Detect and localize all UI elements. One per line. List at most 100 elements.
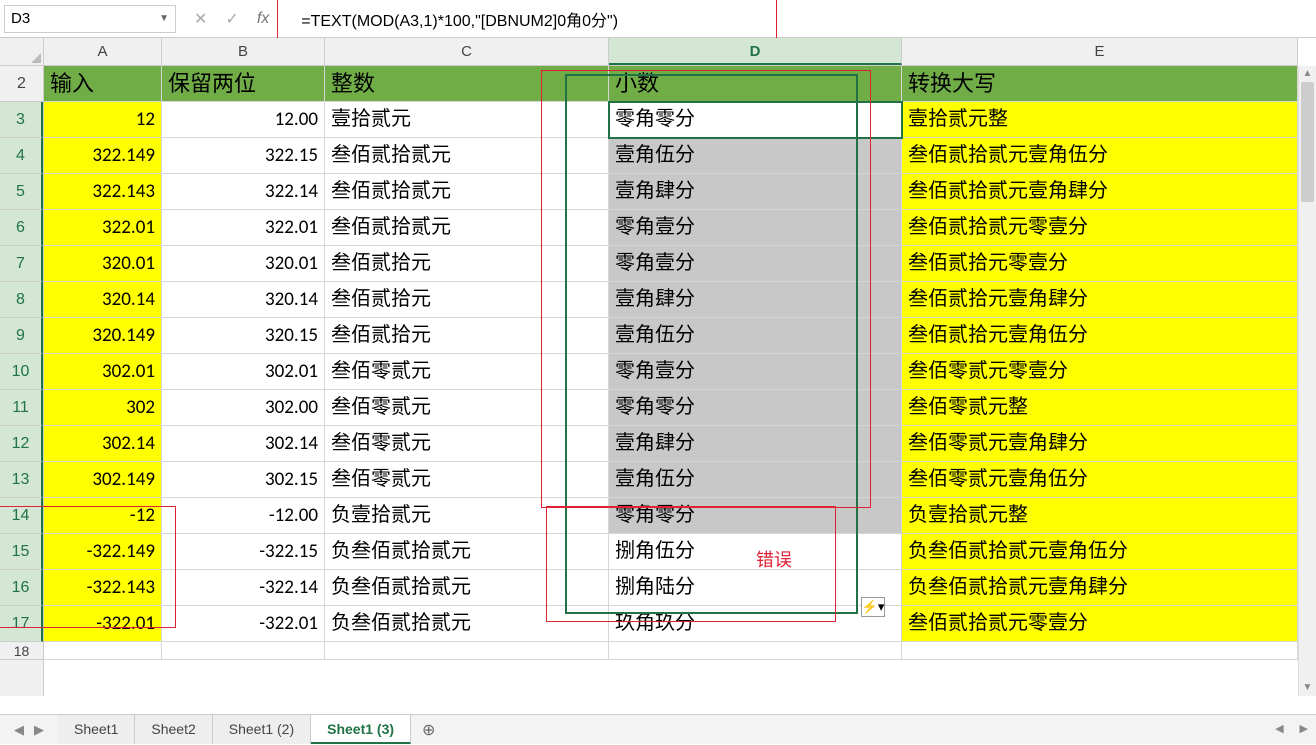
cell-C16[interactable]: 负叁佰贰拾贰元	[325, 570, 609, 606]
cell-D3[interactable]: 零角零分	[609, 102, 902, 138]
row-header-2[interactable]: 2	[0, 66, 43, 102]
cell-B18[interactable]	[162, 642, 325, 660]
vertical-scrollbar[interactable]: ▲ ▼	[1298, 66, 1316, 696]
cell-D11[interactable]: 零角零分	[609, 390, 902, 426]
cell-B3[interactable]: 12.00	[162, 102, 325, 138]
hscroll-right-icon[interactable]: ▶	[1292, 715, 1316, 744]
header-cell-A[interactable]: 输入	[44, 66, 162, 102]
col-header-E[interactable]: E	[902, 38, 1298, 65]
cell-C17[interactable]: 负叁佰贰拾贰元	[325, 606, 609, 642]
sheet-tab-Sheet1-(3)[interactable]: Sheet1 (3)	[311, 715, 411, 744]
cell-E6[interactable]: 叁佰贰拾贰元零壹分	[902, 210, 1298, 246]
cell-B7[interactable]: 320.01	[162, 246, 325, 282]
cell-C15[interactable]: 负叁佰贰拾贰元	[325, 534, 609, 570]
cell-B9[interactable]: 320.15	[162, 318, 325, 354]
cell-D16[interactable]: 捌角陆分	[609, 570, 902, 606]
cell-B12[interactable]: 302.14	[162, 426, 325, 462]
scroll-thumb[interactable]	[1301, 82, 1314, 202]
add-sheet-button[interactable]: ⊕	[411, 715, 446, 744]
cell-C5[interactable]: 叁佰贰拾贰元	[325, 174, 609, 210]
row-header-10[interactable]: 10	[0, 354, 43, 390]
cell-C6[interactable]: 叁佰贰拾贰元	[325, 210, 609, 246]
cell-B17[interactable]: -322.01	[162, 606, 325, 642]
cell-E14[interactable]: 负壹拾贰元整	[902, 498, 1298, 534]
row-header-14[interactable]: 14	[0, 498, 43, 534]
header-cell-B[interactable]: 保留两位	[162, 66, 325, 102]
accept-icon[interactable]: ✓	[225, 9, 238, 29]
cell-E17[interactable]: 叁佰贰拾贰元零壹分	[902, 606, 1298, 642]
tab-nav-right-icon[interactable]: ▶	[34, 722, 44, 738]
tab-nav-left-icon[interactable]: ◀	[14, 722, 24, 738]
cell-A18[interactable]	[44, 642, 162, 660]
select-all-corner[interactable]	[0, 38, 44, 66]
cell-B15[interactable]: -322.15	[162, 534, 325, 570]
cell-grid[interactable]: 输入保留两位整数小数转换大写1212.00壹拾贰元零角零分壹拾贰元整322.14…	[44, 66, 1298, 696]
cell-A11[interactable]: 302	[44, 390, 162, 426]
col-header-D[interactable]: D	[609, 38, 902, 65]
cell-C4[interactable]: 叁佰贰拾贰元	[325, 138, 609, 174]
cell-B14[interactable]: -12.00	[162, 498, 325, 534]
cell-D10[interactable]: 零角壹分	[609, 354, 902, 390]
cell-B4[interactable]: 322.15	[162, 138, 325, 174]
row-header-7[interactable]: 7	[0, 246, 43, 282]
cell-C8[interactable]: 叁佰贰拾元	[325, 282, 609, 318]
header-cell-C[interactable]: 整数	[325, 66, 609, 102]
autofill-options-icon[interactable]: ⚡▾	[861, 597, 885, 617]
cell-A5[interactable]: 322.143	[44, 174, 162, 210]
cell-A14[interactable]: -12	[44, 498, 162, 534]
cell-C14[interactable]: 负壹拾贰元	[325, 498, 609, 534]
row-header-6[interactable]: 6	[0, 210, 43, 246]
cell-B8[interactable]: 320.14	[162, 282, 325, 318]
scroll-up-icon[interactable]: ▲	[1299, 66, 1316, 82]
row-header-13[interactable]: 13	[0, 462, 43, 498]
row-header-17[interactable]: 17	[0, 606, 43, 642]
row-header-4[interactable]: 4	[0, 138, 43, 174]
name-box[interactable]: D3 ▼	[4, 5, 176, 33]
cell-D4[interactable]: 壹角伍分	[609, 138, 902, 174]
cell-E4[interactable]: 叁佰贰拾贰元壹角伍分	[902, 138, 1298, 174]
sheet-tab-Sheet1[interactable]: Sheet1	[58, 715, 135, 744]
row-header-5[interactable]: 5	[0, 174, 43, 210]
cell-E16[interactable]: 负叁佰贰拾贰元壹角肆分	[902, 570, 1298, 606]
cell-E10[interactable]: 叁佰零贰元零壹分	[902, 354, 1298, 390]
cell-C13[interactable]: 叁佰零贰元	[325, 462, 609, 498]
header-cell-E[interactable]: 转换大写	[902, 66, 1298, 102]
cell-E11[interactable]: 叁佰零贰元整	[902, 390, 1298, 426]
cell-A12[interactable]: 302.14	[44, 426, 162, 462]
cell-E13[interactable]: 叁佰零贰元壹角伍分	[902, 462, 1298, 498]
cell-E3[interactable]: 壹拾贰元整	[902, 102, 1298, 138]
cell-A4[interactable]: 322.149	[44, 138, 162, 174]
cell-A7[interactable]: 320.01	[44, 246, 162, 282]
cell-B10[interactable]: 302.01	[162, 354, 325, 390]
name-box-dropdown-icon[interactable]: ▼	[159, 13, 169, 24]
row-header-11[interactable]: 11	[0, 390, 43, 426]
cell-D8[interactable]: 壹角肆分	[609, 282, 902, 318]
sheet-tab-Sheet2[interactable]: Sheet2	[135, 715, 212, 744]
cell-A6[interactable]: 322.01	[44, 210, 162, 246]
cell-E5[interactable]: 叁佰贰拾贰元壹角肆分	[902, 174, 1298, 210]
cell-E18[interactable]	[902, 642, 1298, 660]
fx-icon[interactable]: fx	[257, 10, 269, 28]
row-header-9[interactable]: 9	[0, 318, 43, 354]
cell-C11[interactable]: 叁佰零贰元	[325, 390, 609, 426]
row-header-15[interactable]: 15	[0, 534, 43, 570]
cell-C12[interactable]: 叁佰零贰元	[325, 426, 609, 462]
cell-A3[interactable]: 12	[44, 102, 162, 138]
cell-B16[interactable]: -322.14	[162, 570, 325, 606]
cell-E8[interactable]: 叁佰贰拾元壹角肆分	[902, 282, 1298, 318]
cell-C3[interactable]: 壹拾贰元	[325, 102, 609, 138]
scroll-down-icon[interactable]: ▼	[1299, 680, 1316, 696]
cell-C7[interactable]: 叁佰贰拾元	[325, 246, 609, 282]
cell-D7[interactable]: 零角壹分	[609, 246, 902, 282]
row-header-3[interactable]: 3	[0, 102, 43, 138]
cell-D13[interactable]: 壹角伍分	[609, 462, 902, 498]
cell-A16[interactable]: -322.143	[44, 570, 162, 606]
cell-A17[interactable]: -322.01	[44, 606, 162, 642]
cell-C10[interactable]: 叁佰零贰元	[325, 354, 609, 390]
cell-E12[interactable]: 叁佰零贰元壹角肆分	[902, 426, 1298, 462]
cell-D18[interactable]	[609, 642, 902, 660]
cell-A9[interactable]: 320.149	[44, 318, 162, 354]
cell-D5[interactable]: 壹角肆分	[609, 174, 902, 210]
cell-B5[interactable]: 322.14	[162, 174, 325, 210]
col-header-A[interactable]: A	[44, 38, 162, 65]
